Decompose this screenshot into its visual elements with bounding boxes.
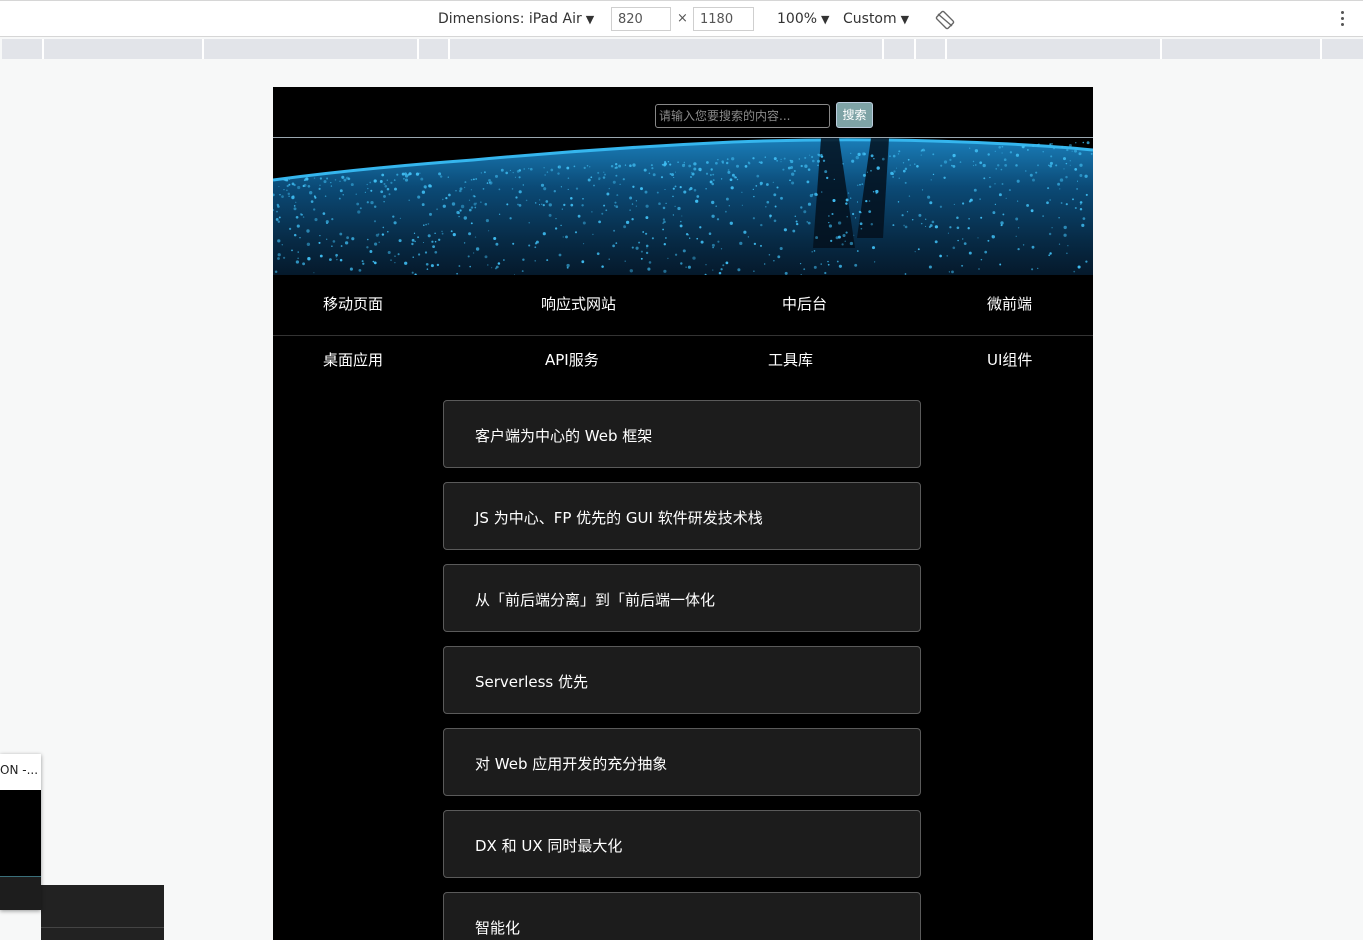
search-input[interactable] bbox=[655, 104, 830, 128]
feature-card-title: 从「前后端分离」到「前后端一体化 bbox=[475, 591, 716, 609]
feature-card-title: 对 Web 应用开发的充分抽象 bbox=[475, 755, 668, 773]
nav-link-micro-frontend[interactable]: 微前端 bbox=[987, 293, 1032, 314]
window-preview-popup[interactable]: ON -... bbox=[0, 754, 41, 910]
device-toolbar: Dimensions: iPad Air▼ × 100%▼ Custom▼ bbox=[0, 0, 1363, 37]
feature-card[interactable]: 智能化 bbox=[443, 892, 921, 940]
feature-card-title: 客户端为中心的 Web 框架 bbox=[475, 427, 653, 445]
nav-link-responsive-sites[interactable]: 响应式网站 bbox=[541, 293, 616, 314]
feature-card-title: Serverless 优先 bbox=[475, 673, 588, 691]
nav-link-mobile-pages[interactable]: 移动页面 bbox=[323, 293, 383, 314]
nav-link-desktop-apps[interactable]: 桌面应用 bbox=[323, 349, 383, 370]
hero-banner-image bbox=[273, 138, 1093, 275]
nav-link-api-services[interactable]: API服务 bbox=[545, 349, 599, 370]
dimensions-label: Dimensions: iPad Air bbox=[438, 11, 582, 27]
feature-card[interactable]: JS 为中心、FP 优先的 GUI 软件研发技术栈 bbox=[443, 482, 921, 550]
search-button[interactable]: 搜索 bbox=[836, 102, 873, 128]
chevron-down-icon: ▼ bbox=[821, 13, 830, 26]
more-options-icon[interactable] bbox=[1336, 11, 1348, 29]
background-window[interactable] bbox=[41, 885, 164, 940]
media-query-bar[interactable] bbox=[2, 39, 1363, 59]
nav-link-admin-console[interactable]: 中后台 bbox=[782, 293, 827, 314]
nav-link-tool-library[interactable]: 工具库 bbox=[768, 349, 813, 370]
feature-card[interactable]: Serverless 优先 bbox=[443, 646, 921, 714]
feature-card[interactable]: DX 和 UX 同时最大化 bbox=[443, 810, 921, 878]
dimensions-dropdown[interactable]: Dimensions: iPad Air ▼ bbox=[438, 9, 594, 30]
nav-link-ui-components[interactable]: UI组件 bbox=[987, 349, 1032, 370]
height-input[interactable] bbox=[693, 7, 754, 31]
nav-row-secondary: 桌面应用 API服务 工具库 UI组件 bbox=[273, 336, 1093, 392]
feature-card-title: DX 和 UX 同时最大化 bbox=[475, 837, 623, 855]
width-input[interactable] bbox=[611, 7, 671, 31]
site-header: 搜索 bbox=[273, 87, 1093, 138]
rotate-icon[interactable] bbox=[935, 10, 955, 30]
window-preview-thumbnail bbox=[0, 790, 41, 876]
zoom-label: 100% bbox=[777, 11, 818, 27]
feature-card[interactable]: 对 Web 应用开发的充分抽象 bbox=[443, 728, 921, 796]
times-symbol: × bbox=[677, 11, 688, 26]
feature-card[interactable]: 客户端为中心的 Web 框架 bbox=[443, 400, 921, 468]
feature-card-title: 智能化 bbox=[475, 919, 521, 937]
feature-card-title: JS 为中心、FP 优先的 GUI 软件研发技术栈 bbox=[475, 509, 763, 527]
device-viewport: 搜索 移动页面 响应式网站 中后台 微前端 桌面应用 API服务 工具库 UI组… bbox=[273, 87, 1093, 940]
nav-row-primary: 移动页面 响应式网站 中后台 微前端 bbox=[273, 275, 1093, 336]
window-preview-title: ON -... bbox=[0, 763, 39, 777]
feature-card[interactable]: 从「前后端分离」到「前后端一体化 bbox=[443, 564, 921, 632]
throttle-label: Custom bbox=[843, 11, 897, 27]
chevron-down-icon: ▼ bbox=[900, 13, 910, 26]
throttle-dropdown[interactable]: Custom ▼ bbox=[843, 9, 909, 30]
zoom-dropdown[interactable]: 100% ▼ bbox=[777, 9, 830, 30]
chevron-down-icon: ▼ bbox=[585, 13, 595, 26]
